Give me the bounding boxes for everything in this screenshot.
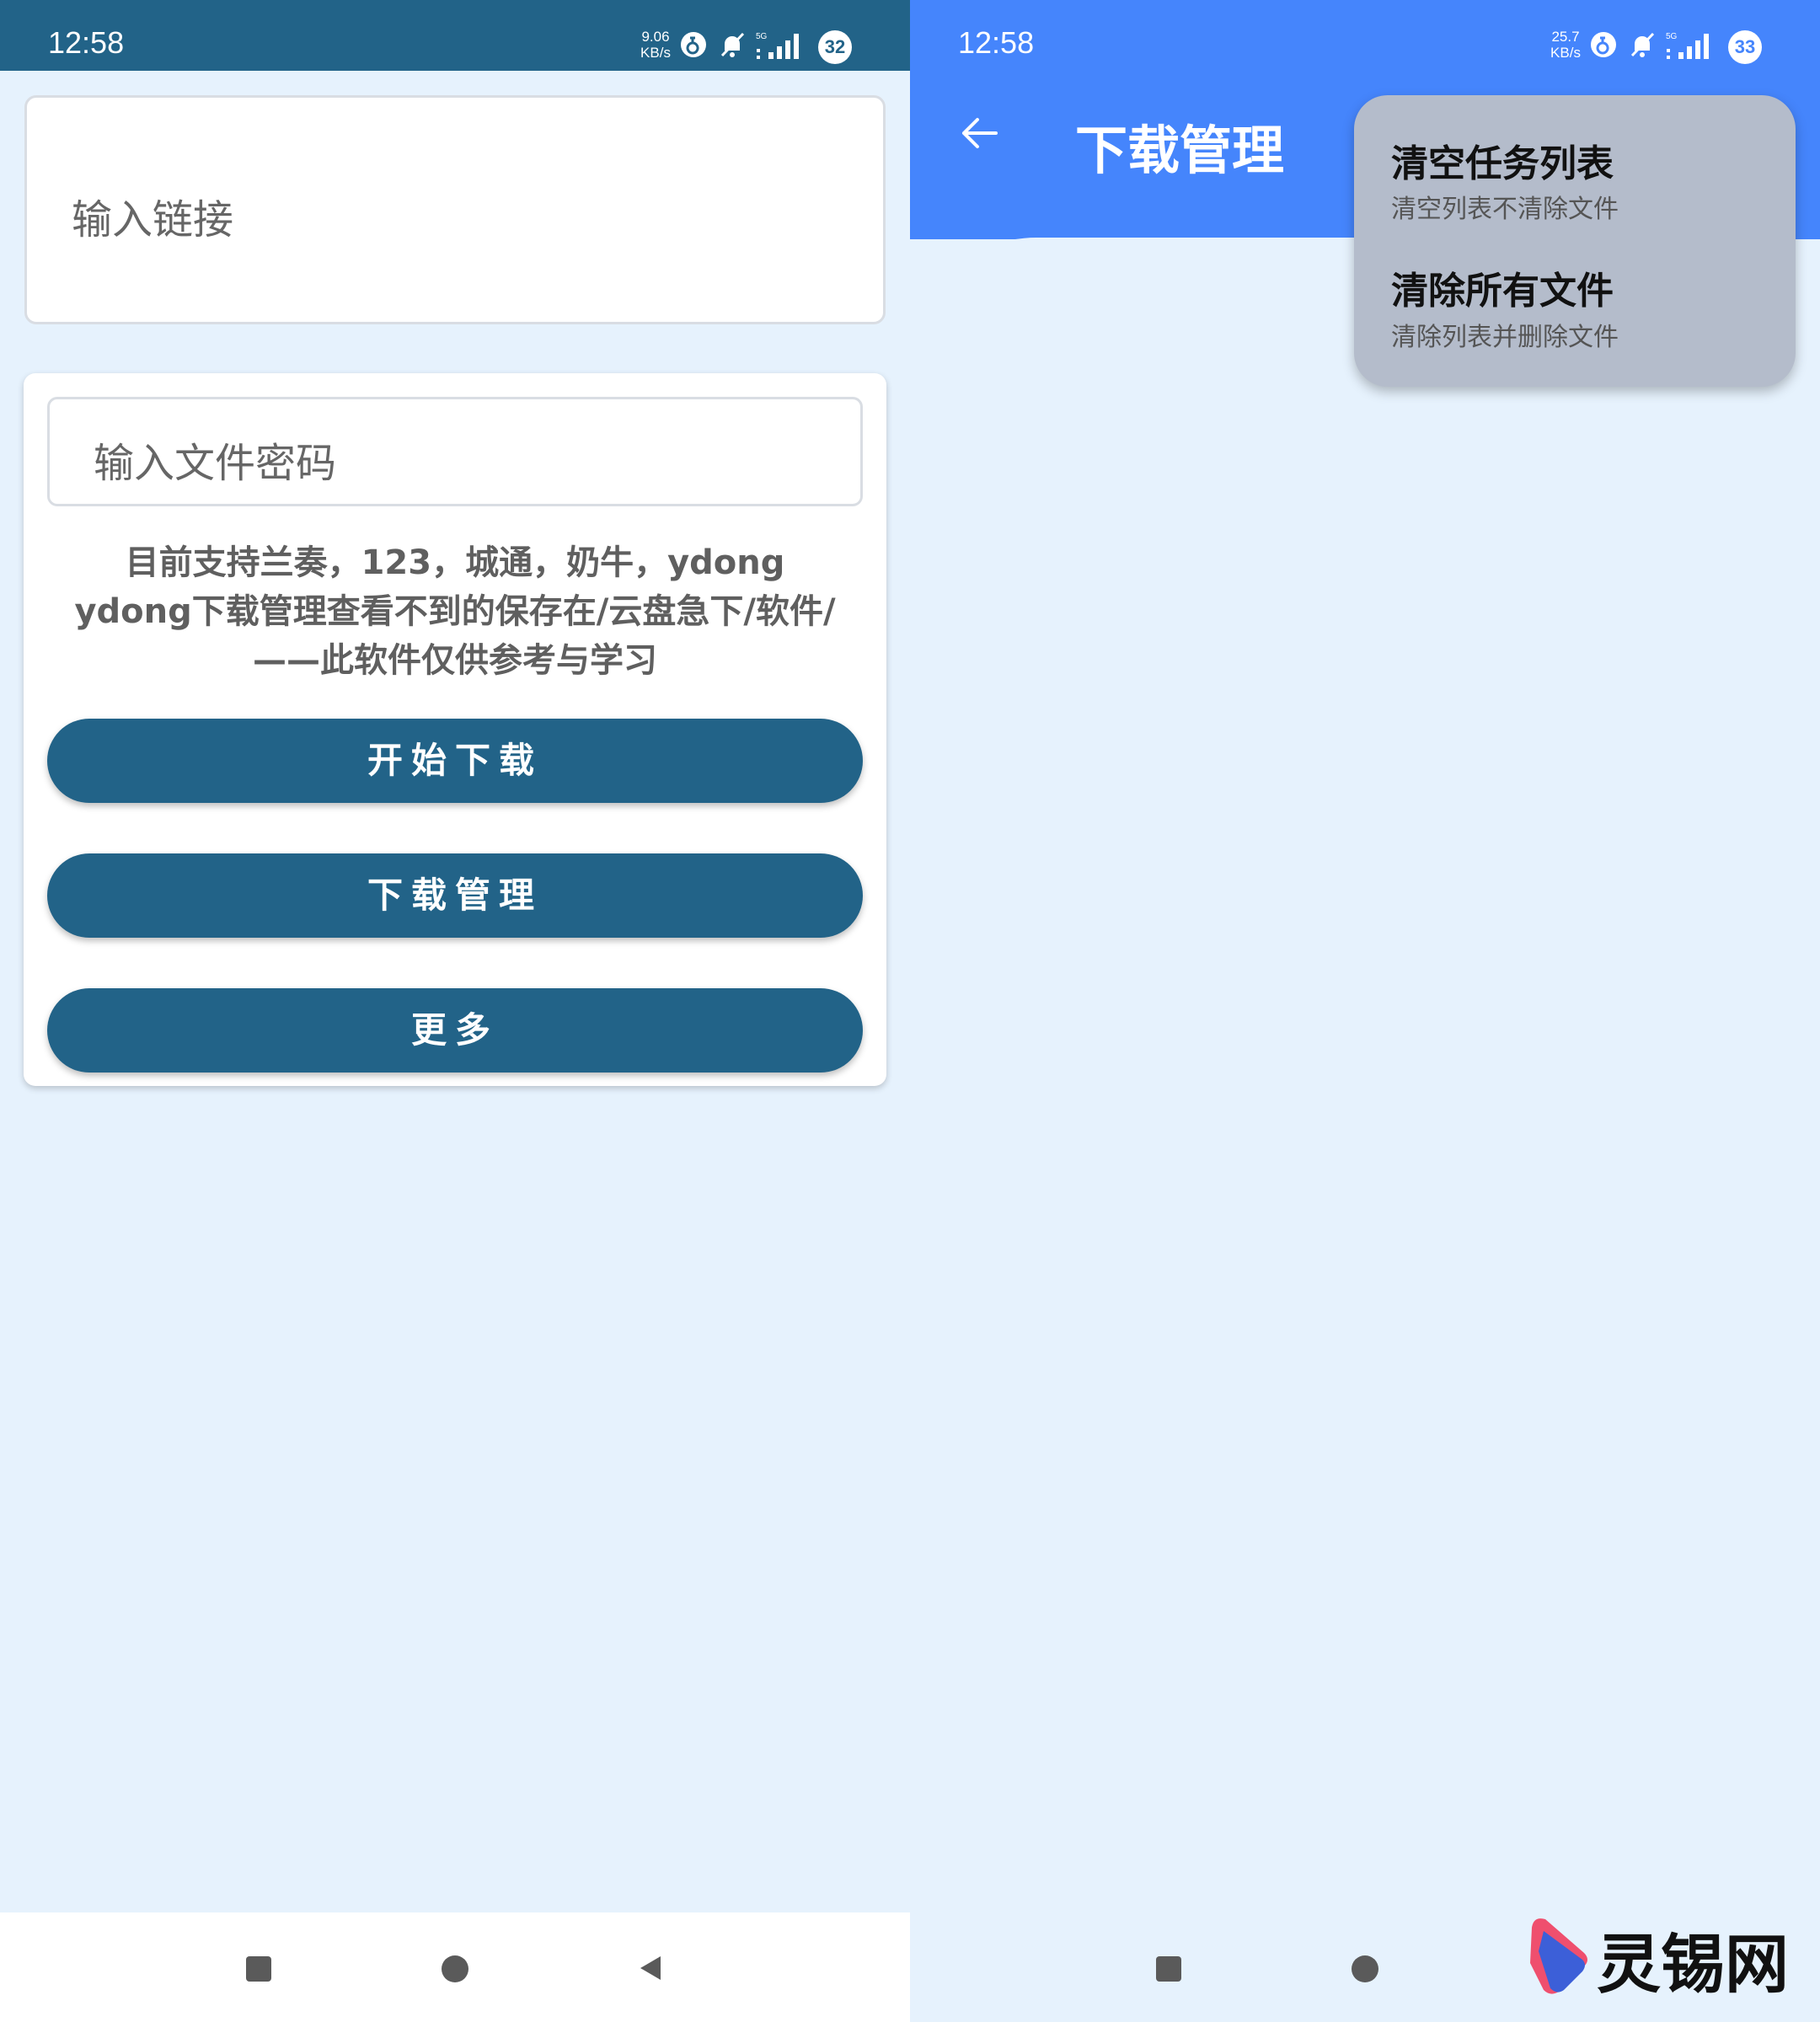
status-bar: 12:58 9.06 KB/s 5G 32 [0,0,910,71]
status-time: 12:58 [958,25,1035,60]
download-manager-button[interactable]: 下载管理 [47,853,863,938]
link-input[interactable]: 输入链接 [24,95,886,324]
watermark-logo-icon [1530,1918,1587,1994]
app-notification-icon [1591,32,1616,57]
password-input-placeholder: 输入文件密码 [94,440,337,487]
status-bar: 12:58 25.7 KB/s 5G 33 [910,0,1820,71]
mute-icon [1630,32,1655,57]
menu-item-title: 清空任务列表 [1391,142,1614,185]
network-speed: 25.7 KB/s [1550,29,1581,61]
back-button[interactable] [640,1956,661,1980]
link-input-placeholder: 输入链接 [72,196,234,243]
watermark-logo: 灵锡网 [1525,1912,1795,2002]
main-screen: 12:58 9.06 KB/s 5G 32 输入链接 输入文件密码 目前支持兰奏… [0,0,910,2022]
home-button[interactable] [442,1955,468,1982]
page-title: 下载管理 [1075,120,1285,181]
signal-icon: 5G [1666,32,1709,59]
more-button[interactable]: 更多 [47,988,863,1073]
download-form-card: 输入文件密码 目前支持兰奏，123，城通，奶牛，ydong ydong下载管理查… [24,373,886,1086]
back-arrow-icon[interactable] [957,111,1001,155]
recents-button[interactable] [1156,1956,1181,1982]
home-button[interactable] [1352,1955,1378,1982]
info-line-1: 目前支持兰奏，123，城通，奶牛，ydong [125,543,785,582]
menu-item-subtitle: 清除列表并删除文件 [1391,323,1619,352]
app-notification-icon [681,32,706,57]
menu-item-subtitle: 清空列表不清除文件 [1391,195,1619,224]
info-line-2: ydong下载管理查看不到的保存在/云盘急下/软件/ [74,592,836,631]
info-line-3: ——此软件仅供参考与学习 [253,641,657,680]
network-speed: 9.06 KB/s [640,29,671,61]
start-download-button[interactable]: 开始下载 [47,719,863,803]
watermark-text: 灵锡网 [1597,1927,1789,2002]
content-area [910,238,1820,1912]
download-manager-screen: 12:58 25.7 KB/s 5G 33 下载管理 清空任务列表 清空列表不清… [910,0,1820,2022]
battery-indicator: 33 [1728,30,1762,64]
menu-item-title: 清除所有文件 [1391,270,1614,313]
recents-button[interactable] [246,1956,271,1982]
password-input[interactable]: 输入文件密码 [47,397,863,506]
battery-indicator: 32 [818,30,852,64]
signal-icon: 5G [756,32,799,59]
status-time: 12:58 [48,25,125,60]
svg-text:5G: 5G [1666,32,1678,41]
mute-icon [720,32,745,57]
svg-text:5G: 5G [756,32,768,41]
options-menu: 清空任务列表 清空列表不清除文件 清除所有文件 清除列表并删除文件 [1354,95,1796,387]
